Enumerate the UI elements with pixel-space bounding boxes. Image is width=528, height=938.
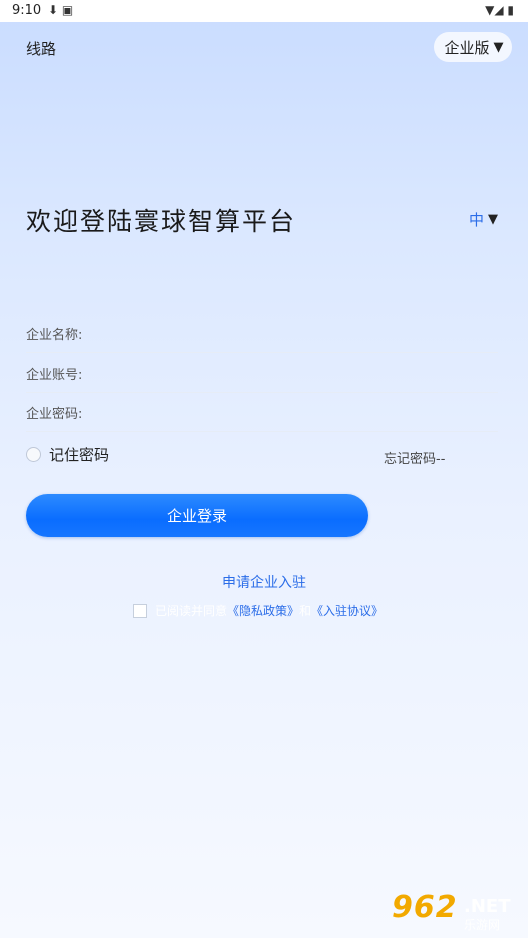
agreement-row: 已阅读并同意 《隐私政策》 和 《入驻协议》 [133, 602, 383, 619]
download-icon: ⬇ ▣ [48, 3, 74, 17]
edition-dropdown[interactable]: 企业版 ▼ [434, 32, 512, 62]
remember-label: 记住密码 [49, 446, 110, 464]
forgot-password-link[interactable]: 忘记密码-- [384, 448, 445, 467]
language-label: 中 [469, 211, 485, 229]
status-bar: 9:10 ⬇ ▣ ▼◢ ▮ [0, 0, 528, 22]
privacy-policy-link[interactable]: 《隐私政策》 [227, 602, 299, 619]
watermark-net: .NET [464, 896, 511, 917]
caret-down-icon: ▼ [488, 212, 499, 227]
apply-link[interactable]: 申请企业入驻 [0, 572, 528, 592]
page-title: 欢迎登陆寰球智算平台 [26, 207, 297, 236]
watermark-logo: 962 .NET 乐游网 [392, 890, 522, 934]
terms-link[interactable]: 《入驻协议》 [311, 602, 383, 619]
watermark-number: 962 [392, 890, 458, 925]
password-row: 企业密码: [26, 391, 498, 432]
password-label: 企业密码: [26, 407, 83, 422]
agreement-checkbox[interactable] [133, 603, 147, 618]
company-name-row: 企业名称: [26, 312, 498, 353]
status-time: 9:10 [12, 3, 42, 18]
language-dropdown[interactable]: 中 ▼ [469, 209, 498, 230]
route-selector[interactable]: 线路 [26, 38, 56, 59]
account-label: 企业账号: [26, 368, 83, 383]
signal-battery-icon: ▼◢ ▮ [485, 3, 514, 17]
company-name-label: 企业名称: [26, 328, 83, 343]
account-row: 企业账号: [26, 352, 498, 393]
agreement-prefix: 已阅读并同意 [155, 604, 228, 618]
agreement-and: 和 [299, 604, 312, 618]
caret-down-icon: ▼ [493, 39, 504, 55]
remember-password-toggle[interactable]: 记住密码 [26, 444, 109, 465]
login-button[interactable]: 企业登录 [26, 494, 368, 537]
edition-label: 企业版 [444, 38, 490, 57]
remember-radio[interactable] [26, 447, 41, 462]
account-input[interactable] [106, 358, 490, 388]
company-name-input[interactable] [106, 318, 490, 348]
watermark-site: 乐游网 [464, 918, 501, 932]
password-input[interactable] [106, 397, 490, 427]
